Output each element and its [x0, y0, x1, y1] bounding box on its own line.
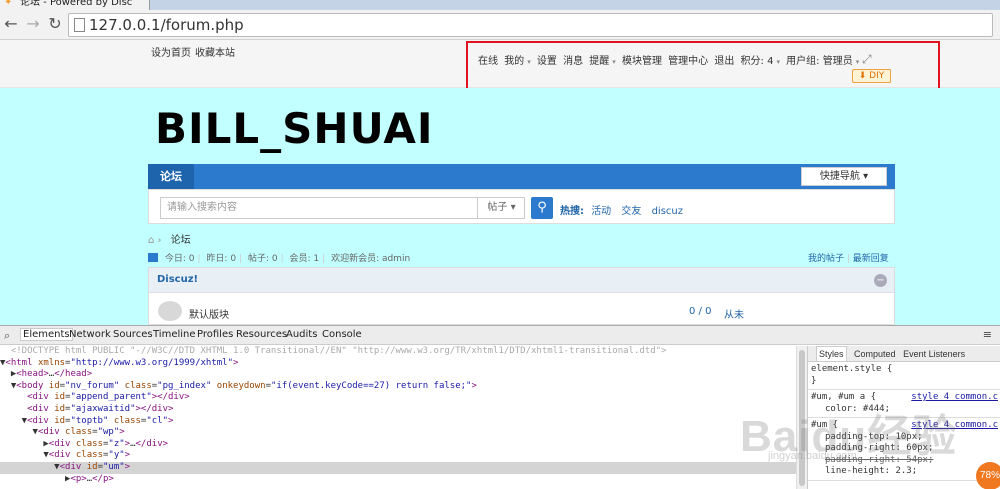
site-logo[interactable]: BILL_SHUAI — [155, 104, 434, 153]
my-posts-link[interactable]: 我的帖子 — [808, 254, 844, 264]
reload-icon[interactable]: ↻ — [46, 15, 64, 33]
hot-label: 热搜: — [560, 206, 584, 217]
tab-profiles[interactable]: Profiles — [197, 329, 233, 340]
stat-today: 今日: 0 — [164, 254, 195, 264]
stat-members: 会员: 1 — [289, 254, 320, 264]
element-style-rule[interactable]: element.style { } — [808, 362, 1000, 390]
my-links: 我的帖子 | 最新回复 — [808, 254, 889, 264]
chart-icon — [148, 253, 158, 262]
bookmark-site-link[interactable]: 收藏本站 — [195, 44, 235, 59]
forum-board-icon — [158, 301, 182, 321]
styles-tabbar: Styles Computed Event Listeners — [808, 346, 1000, 362]
set-homepage-link[interactable]: 设为首页 — [151, 44, 191, 59]
board-name[interactable]: 默认版块 — [189, 306, 229, 321]
browser-toolbar: ← → ↻ 127.0.0.1/forum.php — [0, 10, 1000, 40]
dom-line[interactable]: ▼<html xmlns="http://www.w3.org/1999/xht… — [0, 358, 807, 370]
element-style-selector: element.style { — [811, 364, 893, 374]
hot-word[interactable]: 活动 — [591, 206, 611, 217]
inspect-icon[interactable]: ⌕ — [4, 329, 10, 343]
tab-resources[interactable]: Resources — [236, 329, 287, 340]
search-input[interactable]: 请输入搜索内容 — [160, 197, 525, 219]
dom-line[interactable]: <div id="ajaxwaitid"></div> — [0, 404, 807, 416]
elements-tree[interactable]: <!DOCTYPE html PUBLIC "-//W3C//DTD XHTML… — [0, 346, 807, 489]
hot-word[interactable]: 交友 — [621, 206, 641, 217]
forum-group-header: Discuz! − — [149, 268, 894, 293]
latest-replies-link[interactable]: 最新回复 — [853, 254, 889, 264]
collapse-icon[interactable]: − — [874, 274, 887, 287]
board-counts: 0 / 0 — [689, 306, 712, 317]
dom-line[interactable]: ▶<div class="z">…</div> — [0, 439, 807, 451]
tab-timeline[interactable]: Timeline — [153, 329, 196, 340]
dom-line[interactable]: ▶<head>…</head> — [0, 369, 807, 381]
forum-stats: 今日: 0 | 昨日: 0 | 帖子: 0 | 会员: 1 | 欢迎新会员: admin — [148, 251, 410, 264]
hot-word[interactable]: discuz — [652, 206, 683, 217]
search-type-select[interactable]: 帖子 ▾ — [477, 197, 525, 219]
dom-line-selected[interactable]: ▼<div id="um"> — [0, 461, 807, 474]
tab-console[interactable]: Console — [322, 329, 362, 340]
dom-line[interactable]: ▼<div class="y"> — [0, 450, 807, 462]
forward-arrow-icon[interactable]: → — [24, 15, 42, 33]
search-area: 请输入搜索内容 帖子 ▾ ⚲ 热搜: 活动 交友 discuz — [148, 189, 895, 224]
quick-nav-button[interactable]: 快捷导航 ▾ — [801, 167, 887, 186]
dom-line[interactable]: ▼<div class="wp"> — [0, 427, 807, 439]
tab-audits[interactable]: Audits — [286, 329, 317, 340]
dom-line[interactable]: <div id="append_parent"></div> — [0, 392, 807, 404]
dom-line[interactable]: ▶<p>…</p> — [0, 474, 807, 486]
percent-badge: 78% — [976, 462, 1000, 489]
page-icon — [74, 18, 85, 32]
stat-yesterday: 昨日: 0 — [206, 254, 237, 264]
breadcrumb-current[interactable]: 论坛 — [171, 235, 191, 246]
css-property[interactable]: line-height: 2.3; — [811, 466, 997, 478]
tab-forum[interactable]: 论坛 — [148, 164, 194, 189]
forum-main: BILL_SHUAI 论坛 快捷导航 ▾ 请输入搜索内容 帖子 ▾ ⚲ 热搜: … — [0, 88, 1000, 325]
browser-tabstrip: ✦ 论坛 - Powered by Disc — [0, 0, 1000, 10]
browser-tab[interactable]: ✦ 论坛 - Powered by Disc — [0, 0, 150, 10]
stat-newmember: 欢迎新会员: admin — [331, 254, 411, 264]
address-bar[interactable]: 127.0.0.1/forum.php — [68, 13, 993, 37]
dock-icon[interactable]: ≡ — [983, 328, 992, 341]
search-type-label: 帖子 — [487, 202, 508, 213]
address-url[interactable]: 127.0.0.1/forum.php — [89, 16, 244, 34]
tab-styles[interactable]: Styles — [816, 346, 847, 362]
stat-posts: 帖子: 0 — [247, 254, 278, 264]
back-arrow-icon[interactable]: ← — [2, 15, 20, 33]
breadcrumb: ⌂ › 论坛 — [148, 231, 191, 246]
tab-network[interactable]: Network — [69, 329, 111, 340]
board-last-post[interactable]: 从未 — [724, 306, 744, 321]
devtools-tabbar: ⌕ Elements Network Sources Timeline Prof… — [0, 326, 1000, 345]
watermark-url: jingyan.baidu.com — [768, 450, 857, 462]
tab-title: 论坛 - Powered by Disc — [20, 0, 133, 8]
forum-group: Discuz! − 默认版块 0 / 0 从未 — [148, 267, 895, 325]
home-icon[interactable]: ⌂ › — [148, 235, 162, 246]
annotation-highlight-box — [466, 41, 940, 92]
dom-line[interactable]: ▼<div id="toptb" class="cl"> — [0, 416, 807, 428]
tab-elements[interactable]: Elements — [20, 328, 73, 341]
group-title[interactable]: Discuz! — [157, 274, 198, 285]
quick-nav-label: 快捷导航 — [819, 171, 860, 182]
favicon-icon: ✦ — [4, 0, 13, 8]
tab-computed[interactable]: Computed — [854, 347, 896, 361]
nav-bar: 论坛 快捷导航 ▾ — [148, 164, 895, 189]
search-icon[interactable]: ⚲ — [531, 197, 553, 219]
tab-sources[interactable]: Sources — [113, 329, 153, 340]
rule-close: } — [811, 375, 817, 386]
dom-line[interactable]: ▼<body id="nv_forum" class="pg_index" on… — [0, 381, 807, 393]
dom-line[interactable]: <!DOCTYPE html PUBLIC "-//W3C//DTD XHTML… — [0, 346, 807, 358]
tab-event-listeners[interactable]: Event Listeners — [903, 347, 965, 361]
hot-search: 热搜: 活动 交友 discuz — [560, 202, 690, 217]
